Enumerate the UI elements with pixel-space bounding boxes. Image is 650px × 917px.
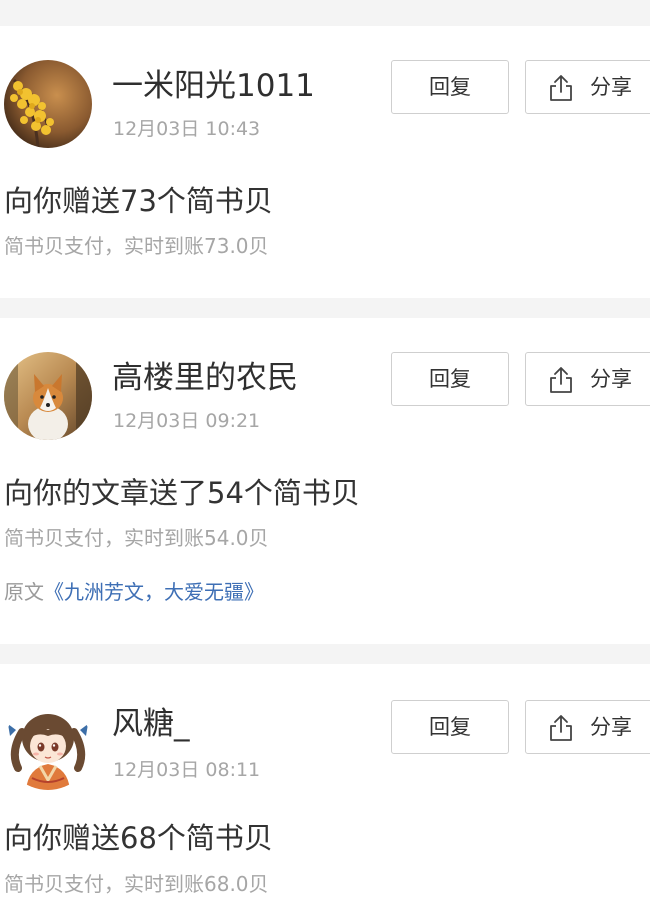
reward-headline: 向你赠送73个简书贝 — [4, 184, 273, 218]
payment-detail: 简书贝支付，实时到账54.0贝 — [4, 526, 269, 550]
avatar[interactable] — [4, 352, 92, 440]
item-separator — [0, 644, 650, 664]
ginkgo-tree-photo-icon — [4, 60, 92, 148]
top-separator — [0, 0, 650, 26]
share-label: 分享 — [590, 367, 632, 391]
username[interactable]: 一米阳光1011 — [112, 66, 315, 106]
source-article: 原文《九洲芳文，大爱无疆》 — [4, 578, 264, 606]
reward-headline: 向你的文章送了54个简书贝 — [4, 476, 360, 510]
share-icon — [550, 367, 572, 393]
reward-headline: 向你赠送68个简书贝 — [4, 821, 273, 855]
item-separator — [0, 298, 650, 318]
notification-item: 高楼里的农民 12月03日 09:21 回复 分享 向你的文章送了54个简书贝 … — [0, 318, 650, 644]
corgi-dog-photo-icon — [4, 352, 92, 440]
timestamp: 12月03日 09:21 — [113, 410, 261, 432]
timestamp: 12月03日 10:43 — [113, 118, 261, 140]
share-label: 分享 — [590, 75, 632, 99]
share-icon — [550, 715, 572, 741]
source-prefix: 原文 — [4, 580, 44, 604]
timestamp: 12月03日 08:11 — [113, 759, 261, 781]
share-button[interactable]: 分享 — [525, 352, 650, 406]
share-label: 分享 — [590, 715, 632, 739]
reply-button[interactable]: 回复 — [391, 352, 509, 406]
reply-button[interactable]: 回复 — [391, 60, 509, 114]
notification-item: 一米阳光1011 12月03日 10:43 回复 分享 向你赠送73个简书贝 简… — [0, 26, 650, 298]
avatar[interactable] — [4, 60, 92, 148]
share-button[interactable]: 分享 — [525, 60, 650, 114]
avatar[interactable] — [4, 702, 92, 790]
reply-button[interactable]: 回复 — [391, 700, 509, 754]
username[interactable]: 高楼里的农民 — [112, 358, 298, 398]
article-link[interactable]: 《九洲芳文，大爱无疆》 — [44, 580, 264, 604]
payment-detail: 简书贝支付，实时到账73.0贝 — [4, 234, 269, 258]
username[interactable]: 风糖_ — [112, 704, 190, 744]
anime-girl-illustration-icon — [4, 702, 92, 790]
share-button[interactable]: 分享 — [525, 700, 650, 754]
notification-item: 风糖_ 12月03日 08:11 回复 分享 向你赠送68个简书贝 简书贝支付，… — [0, 664, 650, 917]
share-icon — [550, 75, 572, 101]
payment-detail: 简书贝支付，实时到账68.0贝 — [4, 872, 269, 896]
